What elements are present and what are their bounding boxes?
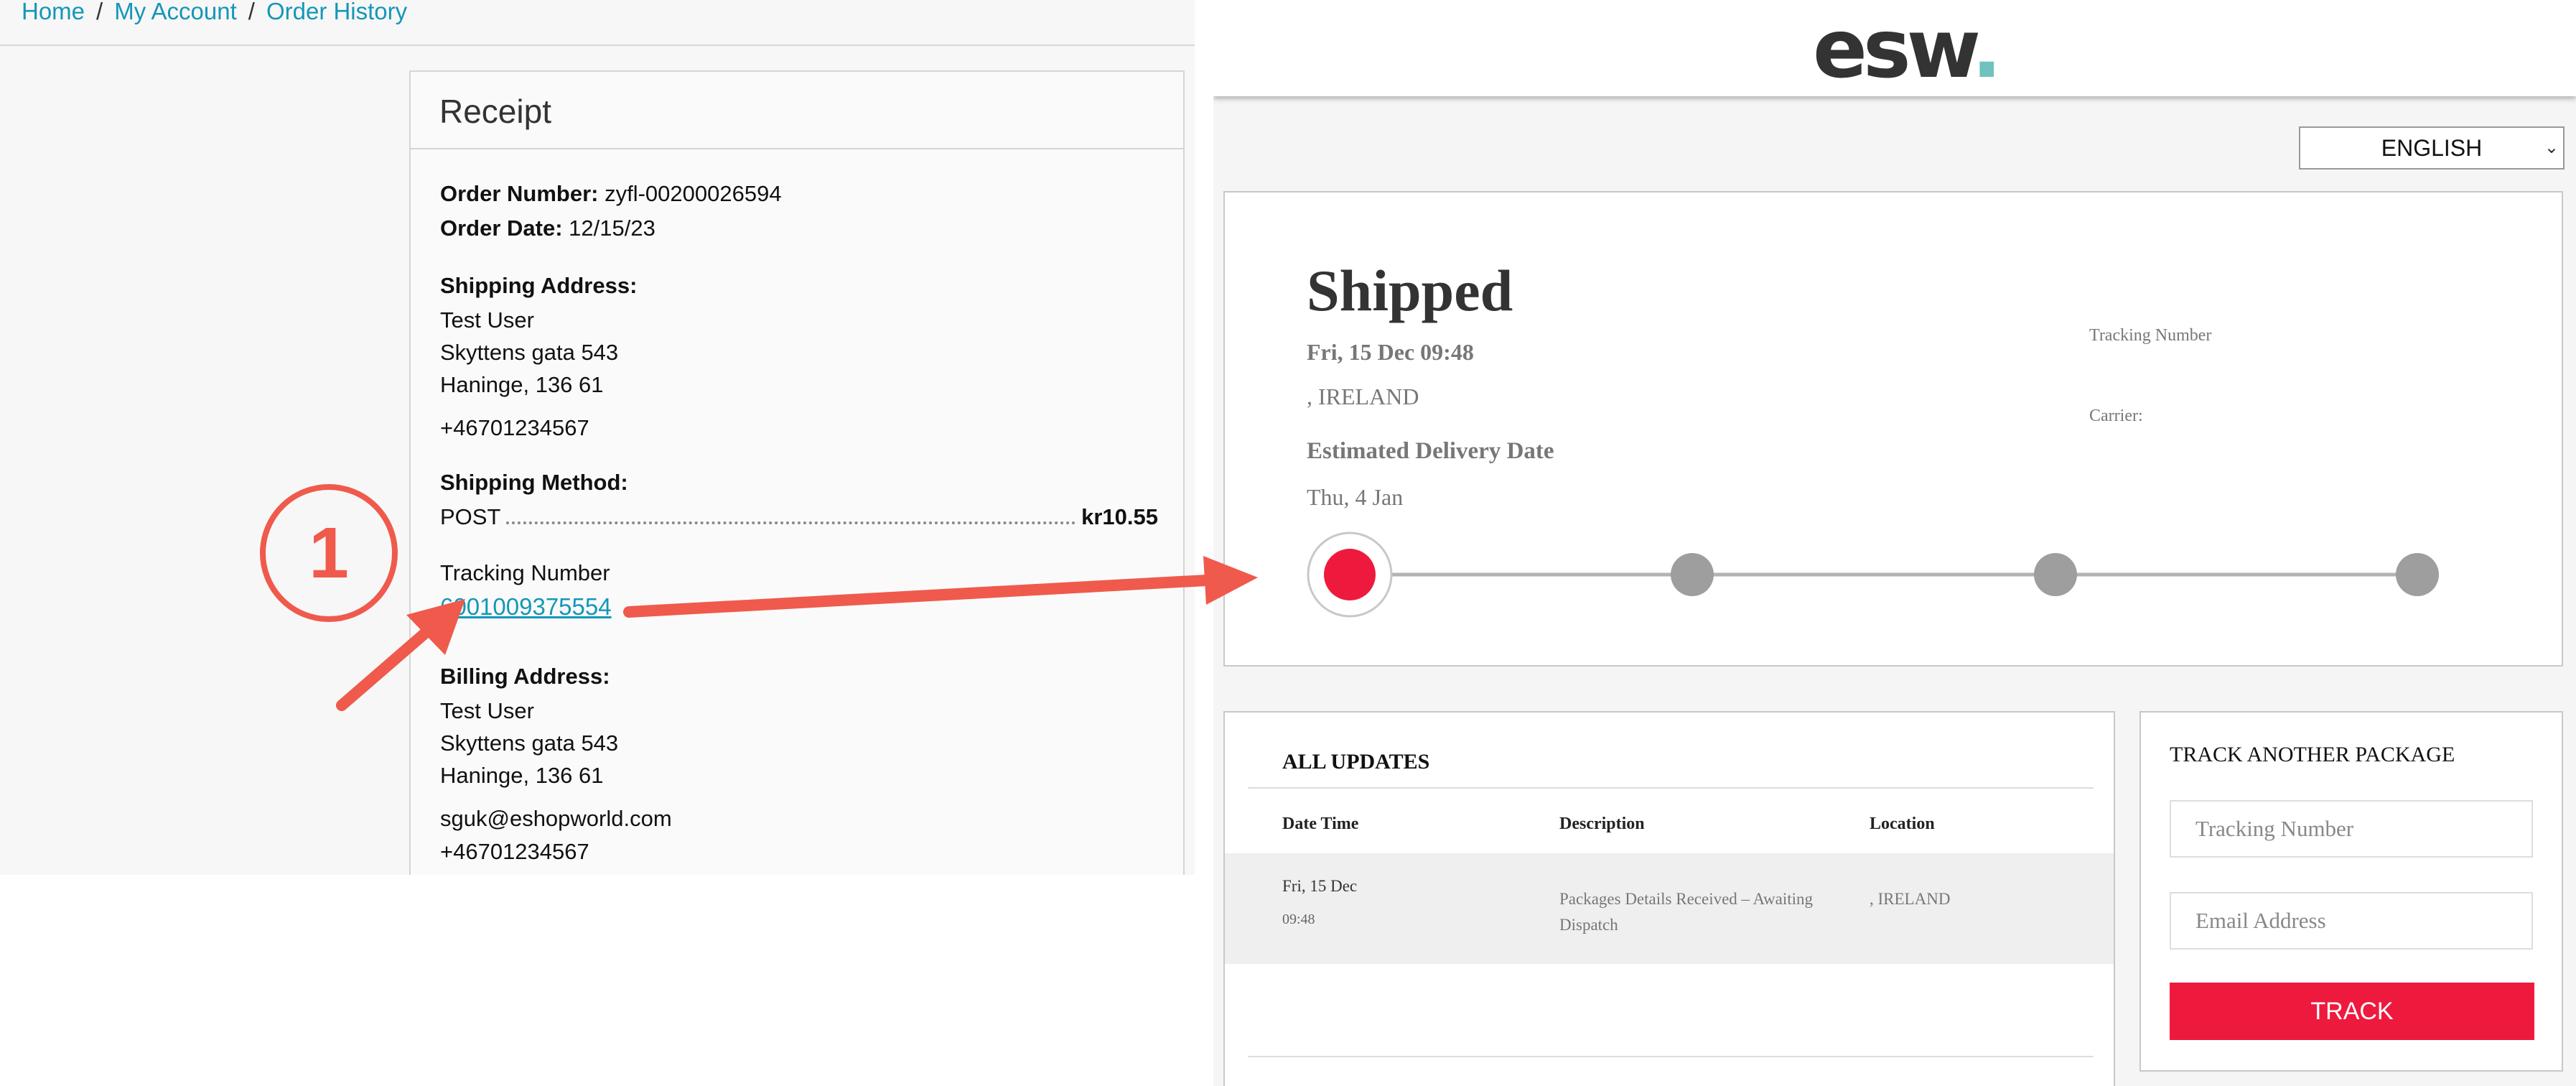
esw-logo-text: esw [1813,3,1976,96]
progress-step-dot [2396,553,2439,596]
update-description: Dispatch [1559,916,1618,934]
order-number-row: Order Number: zyfl-00200026594 [440,181,782,207]
billing-address-line: Skyttens gata 543 [440,730,619,756]
language-selected-value: ENGLISH [2381,135,2483,161]
tracking-number-row: 6001009375554 [440,593,612,621]
shipping-phone: +46701234567 [440,415,589,440]
breadcrumb-my-account-link[interactable]: My Account [114,0,237,24]
shipping-method-value: POST [440,504,501,529]
order-number-label: Order Number: [440,181,599,206]
shipping-method-row: POST kr10.55 [440,504,1158,530]
column-header-description: Description [1559,814,1645,833]
track-button[interactable]: TRACK [2170,983,2534,1040]
shipping-address-label: Shipping Address: [440,273,638,298]
esw-logo-dot: . [1971,3,2002,96]
billing-email: sguk@eshopworld.com [440,806,672,831]
shipping-price: kr10.55 [1081,504,1158,529]
all-updates-title: ALL UPDATES [1282,750,1430,774]
order-date-value: 12/15/23 [569,215,655,241]
step-number-badge: 1 [260,484,398,622]
receipt-title: Receipt [411,72,1183,149]
email-address-input[interactable]: Email Address [2170,892,2533,950]
shipping-address-line: Skyttens gata 543 [440,340,619,365]
progress-step-dot [2034,553,2077,596]
all-updates-card: ALL UPDATES Date Time Description Locati… [1223,711,2115,1086]
language-select[interactable]: ENGLISH ⌄ [2299,126,2565,170]
billing-address-line: Test User [440,698,534,723]
shipping-method-label: Shipping Method: [440,470,628,495]
table-row: Fri, 15 Dec 09:48 Packages Details Recei… [1225,853,2114,964]
breadcrumb-home-link[interactable]: Home [22,0,85,24]
breadcrumb-order-history-link[interactable]: Order History [266,0,407,24]
update-location: , IRELAND [1870,890,1951,908]
track-another-title: TRACK ANOTHER PACKAGE [2170,743,2455,766]
tracking-number-link[interactable]: 6001009375554 [440,593,612,620]
dotted-leader [506,521,1076,524]
column-header-location: Location [1870,814,1935,833]
tracking-number-input[interactable]: Tracking Number [2170,800,2533,858]
column-header-date-time: Date Time [1282,814,1359,833]
billing-phone: +46701234567 [440,839,589,864]
shipment-progress-tracker [1307,532,2439,618]
shipping-address-line: Haninge, 136 61 [440,372,604,397]
esw-header: esw. [1213,0,2576,96]
update-date: Fri, 15 Dec [1282,877,1358,895]
track-another-package-card: TRACK ANOTHER PACKAGE Tracking Number Em… [2139,711,2563,1072]
billing-address-label: Billing Address: [440,664,610,689]
esw-logo[interactable]: esw. [1813,3,2002,96]
shipping-address-line: Test User [440,307,534,333]
divider [1248,1056,2094,1057]
order-date-label: Order Date: [440,215,563,241]
breadcrumb-separator: / [248,0,255,24]
order-number-value: zyfl-00200026594 [605,181,782,206]
billing-address-line: Haninge, 136 61 [440,763,604,788]
progress-step-dot [1671,553,1714,596]
receipt-page: Home / My Account / Order History Receipt Or… [0,0,1195,875]
receipt-card: Receipt Order Number: zyfl-00200026594 O… [409,70,1185,875]
chevron-down-icon: ⌄ [2544,138,2559,157]
breadcrumb: Home / My Account / Order History [0,0,1195,46]
progress-step-dot [1324,549,1376,600]
shipment-status-card: Shipped Fri, 15 Dec 09:48 , IRELAND Esti… [1223,191,2563,667]
tracking-number-label: Tracking Number [440,560,610,585]
breadcrumb-separator: / [96,0,103,24]
update-description: Packages Details Received – Awaiting [1559,890,1814,908]
update-time: 09:48 [1282,911,1315,927]
divider [1248,787,2094,789]
order-date-row: Order Date: 12/15/23 [440,215,655,241]
tracking-page: esw. ENGLISH ⌄ Shipped Fri, 15 Dec 09:48… [1213,0,2576,1086]
